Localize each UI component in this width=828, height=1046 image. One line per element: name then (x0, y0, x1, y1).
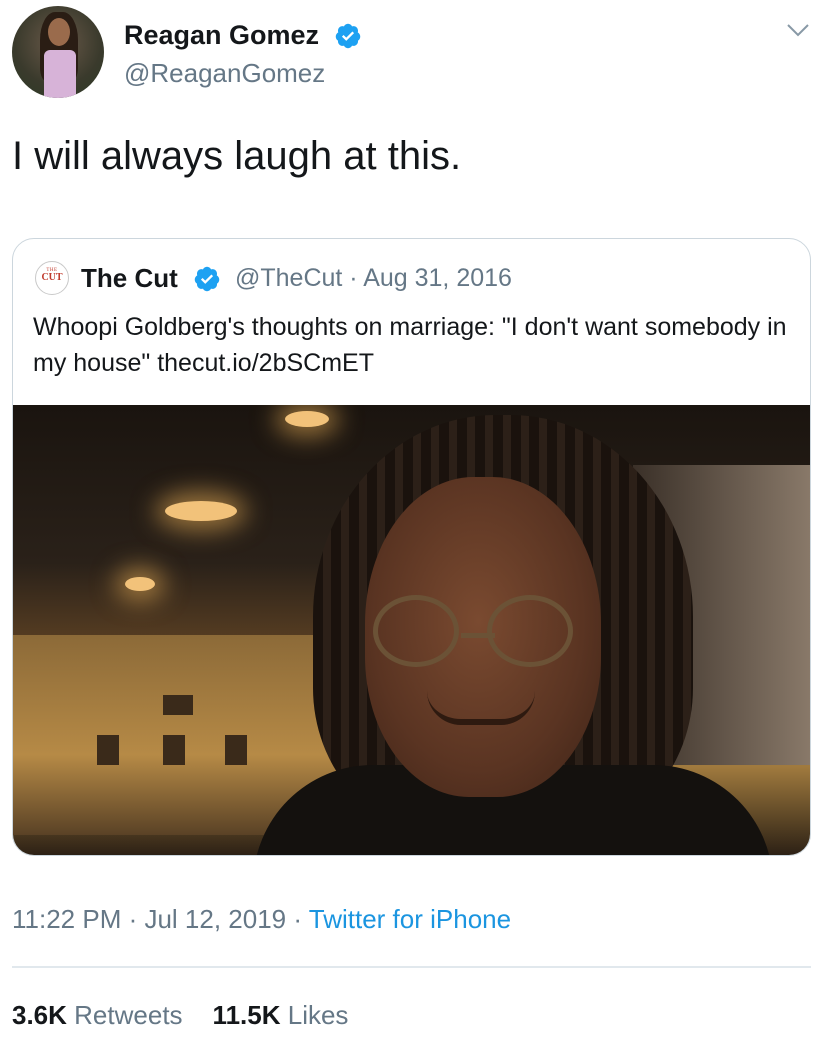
divider (12, 966, 811, 968)
quoted-handle-date[interactable]: @TheCut · Aug 31, 2016 (235, 264, 512, 293)
quoted-tweet-photo[interactable] (13, 405, 810, 855)
chevron-down-icon[interactable] (786, 22, 810, 38)
quoted-tweet[interactable]: THE CUT The Cut @TheCut · Aug 31, 2016 W… (12, 238, 811, 856)
likes-stat[interactable]: 11.5K Likes (213, 1000, 349, 1030)
likes-label: Likes (287, 1000, 349, 1030)
quoted-tweet-text: Whoopi Goldberg's thoughts on marriage: … (33, 313, 787, 377)
tweet-text: I will always laugh at this. (12, 134, 462, 178)
retweets-count: 3.6K (12, 1000, 67, 1030)
verified-badge-icon (335, 23, 361, 49)
time-date[interactable]: 11:22 PM · Jul 12, 2019 · (12, 904, 309, 934)
likes-count: 11.5K (212, 1000, 281, 1030)
author-handle[interactable]: @ReaganGomez (124, 58, 325, 89)
logo-big-text: CUT (41, 272, 63, 283)
author-name[interactable]: Reagan Gomez (124, 20, 319, 51)
retweets-label: Retweets (74, 1000, 183, 1030)
the-cut-logo: THE CUT (35, 261, 69, 295)
tweet-stats: 3.6K Retweets 11.5K Likes (12, 1000, 348, 1031)
retweets-stat[interactable]: 3.6K Retweets (12, 1000, 183, 1030)
verified-badge-icon (194, 266, 220, 292)
source-link[interactable]: Twitter for iPhone (309, 904, 511, 934)
tweet-timestamp: 11:22 PM · Jul 12, 2019 · Twitter for iP… (12, 904, 511, 935)
avatar[interactable] (12, 6, 104, 98)
quoted-author-name[interactable]: The Cut (81, 263, 178, 294)
